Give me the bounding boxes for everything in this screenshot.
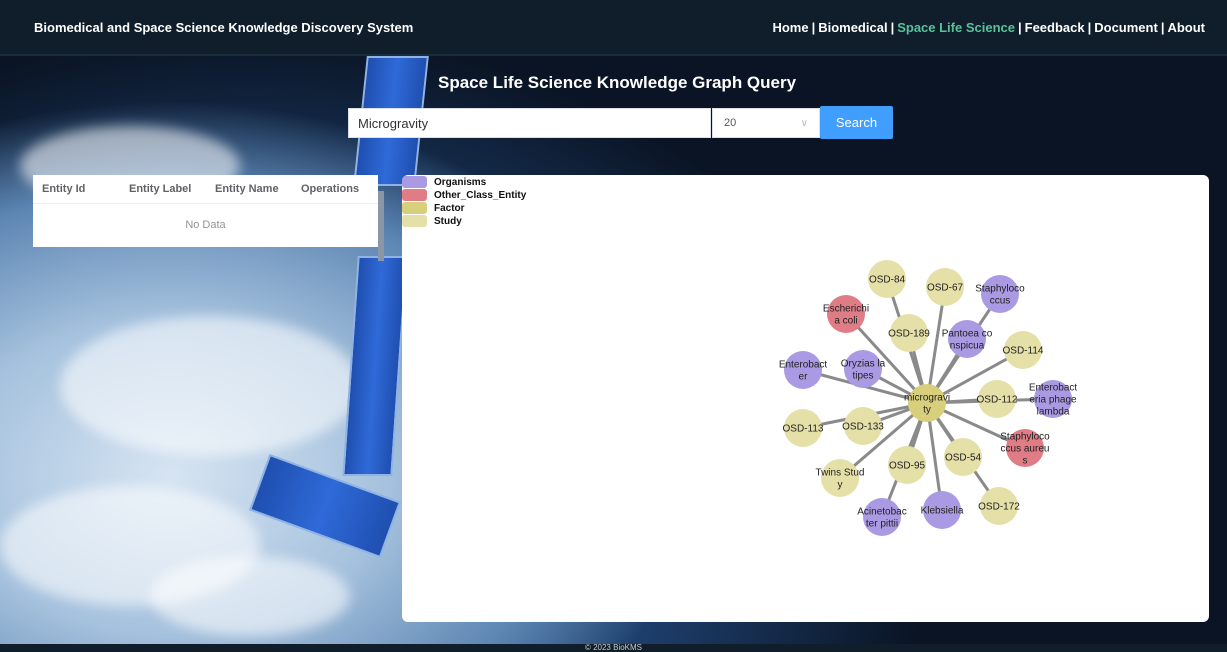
graph-node-label: OSD-189 (888, 329, 930, 340)
graph-node[interactable]: OSD-172 (978, 487, 1020, 525)
graph-node[interactable]: Enterobacteria phagelambda (1029, 380, 1078, 418)
legend-label: Factor (434, 202, 465, 214)
graph-node-label: OSD-84 (869, 275, 906, 286)
legend-label: Study (434, 215, 462, 227)
graph-node-label: lambda (1037, 407, 1070, 418)
graph-node-label: microgravi (904, 393, 950, 404)
graph-node-label: OSD-172 (978, 502, 1020, 513)
graph-node-label: OSD-95 (889, 461, 926, 472)
graph-node[interactable]: OSD-54 (944, 438, 982, 476)
legend-item[interactable]: Factor (402, 202, 526, 214)
graph-node-label: eria phage (1029, 395, 1077, 406)
nav-link-feedback[interactable]: Feedback (1025, 20, 1085, 35)
nav-separator: | (1160, 19, 1165, 35)
graph-node-label: a coli (834, 316, 857, 327)
satellite-panel (342, 256, 408, 476)
nav-link-space-life-science[interactable]: Space Life Science (897, 20, 1015, 35)
graph-node-label: er (799, 372, 809, 383)
graph-node-label: Oryzias la (841, 359, 886, 370)
nav-separator: | (890, 19, 895, 35)
table-header: Entity Id Entity Label Entity Name Opera… (33, 175, 378, 204)
page-title: Space Life Science Knowledge Graph Query (438, 73, 797, 92)
search-input-value: Microgravity (358, 115, 429, 131)
legend-label: Organisms (434, 176, 487, 188)
graph-node-label: Klebsiella (921, 506, 964, 517)
limit-select[interactable]: 20 ∨ (712, 108, 820, 138)
empty-state-text: No Data (185, 219, 226, 231)
limit-select-value: 20 (724, 117, 737, 129)
nav-link-about[interactable]: About (1167, 20, 1205, 35)
nav-link-biomedical[interactable]: Biomedical (818, 20, 887, 35)
graph-node-label: Escherichi (823, 304, 869, 315)
graph-node-label: OSD-54 (945, 453, 982, 464)
graph-node-label: tipes (852, 371, 873, 382)
graph-node-label: Enterobact (1029, 383, 1078, 394)
graph-node-label: Staphyloco (1000, 432, 1050, 443)
graph-node-label: OSD-67 (927, 283, 964, 294)
legend-swatch (402, 176, 427, 188)
graph-node[interactable]: OSD-114 (1003, 331, 1044, 369)
graph-node-label: Twins Stud (816, 468, 865, 479)
column-header[interactable]: Operations (292, 183, 378, 195)
graph-node-label: OSD-112 (977, 395, 1018, 406)
legend-label: Other_Class_Entity (434, 189, 527, 201)
nav-link-document[interactable]: Document (1094, 20, 1158, 35)
legend-item[interactable]: Study (402, 215, 526, 227)
site-title: Biomedical and Space Science Knowledge D… (34, 19, 414, 35)
graph-node[interactable]: OSD-84 (868, 260, 906, 298)
graph-node[interactable]: Klebsiella (921, 491, 964, 529)
main-nav: Home | Biomedical | Space Life Science | Feedb… (772, 20, 1205, 35)
legend-item[interactable]: Other_Class_Entity (402, 189, 526, 201)
graph-node-label: s (1023, 456, 1028, 467)
graph-node-label: ccus aureu (1001, 444, 1050, 455)
graph-node-label: Pantoea co (942, 329, 993, 340)
legend-swatch (402, 202, 427, 214)
column-header[interactable]: Entity Name (206, 183, 292, 195)
search-button[interactable]: Search (820, 106, 893, 139)
chevron-down-icon: ∨ (800, 117, 808, 129)
graph-node[interactable]: OSD-67 (926, 268, 964, 306)
graph-node-label: nspicua (950, 341, 985, 352)
graph-node-label: ter pittii (866, 519, 898, 530)
nav-separator: | (1017, 19, 1022, 35)
graph-node-label: OSD-133 (842, 422, 884, 433)
column-header[interactable]: Entity Label (120, 183, 206, 195)
graph-node-label: OSD-113 (783, 424, 824, 435)
legend-swatch (402, 215, 427, 227)
graph-node[interactable]: Pantoea conspicua (942, 320, 993, 358)
footer: © 2023 BioKMS (0, 644, 1227, 652)
nav-separator: | (1087, 19, 1092, 35)
nav-link-home[interactable]: Home (772, 20, 808, 35)
nav-separator: | (811, 19, 816, 35)
graph-node[interactable]: OSD-112 (977, 380, 1018, 418)
graph-node-label: ty (923, 405, 931, 416)
knowledge-graph-panel: Organisms Other_Class_Entity Factor Study O… (402, 175, 1209, 622)
knowledge-graph[interactable]: OSD-84OSD-67 StaphylococcusEscherichia co… (402, 175, 1209, 622)
graph-node-label: Staphyloco (975, 284, 1025, 295)
graph-node[interactable]: Staphylococcus (975, 275, 1025, 313)
graph-node-label: Enterobact (779, 360, 828, 371)
search-input[interactable]: Microgravity (348, 108, 711, 138)
graph-legend: Organisms Other_Class_Entity Factor Study (402, 175, 526, 227)
graph-node[interactable]: Acinetobacter pittii (857, 498, 907, 536)
entity-table: Entity Id Entity Label Entity Name Opera… (33, 175, 378, 247)
graph-node-label: Acinetobac (857, 507, 906, 518)
graph-node[interactable]: Staphylococcus aureus (1000, 429, 1050, 467)
graph-node[interactable]: OSD-113 (783, 409, 824, 447)
legend-item[interactable]: Organisms (402, 176, 526, 188)
legend-swatch (402, 189, 427, 201)
top-navbar: Biomedical and Space Science Knowledge D… (0, 0, 1227, 56)
graph-node-label: OSD-114 (1003, 346, 1044, 357)
graph-node-label: y (838, 480, 843, 491)
graph-node[interactable]: OSD-95 (888, 446, 926, 484)
graph-node-label: ccus (990, 296, 1011, 307)
column-header[interactable]: Entity Id (33, 183, 120, 195)
graph-node[interactable]: OSD-189 (888, 314, 930, 352)
graph-node[interactable]: Escherichia coli (823, 295, 869, 333)
graph-node[interactable]: Enterobacter (779, 351, 828, 389)
